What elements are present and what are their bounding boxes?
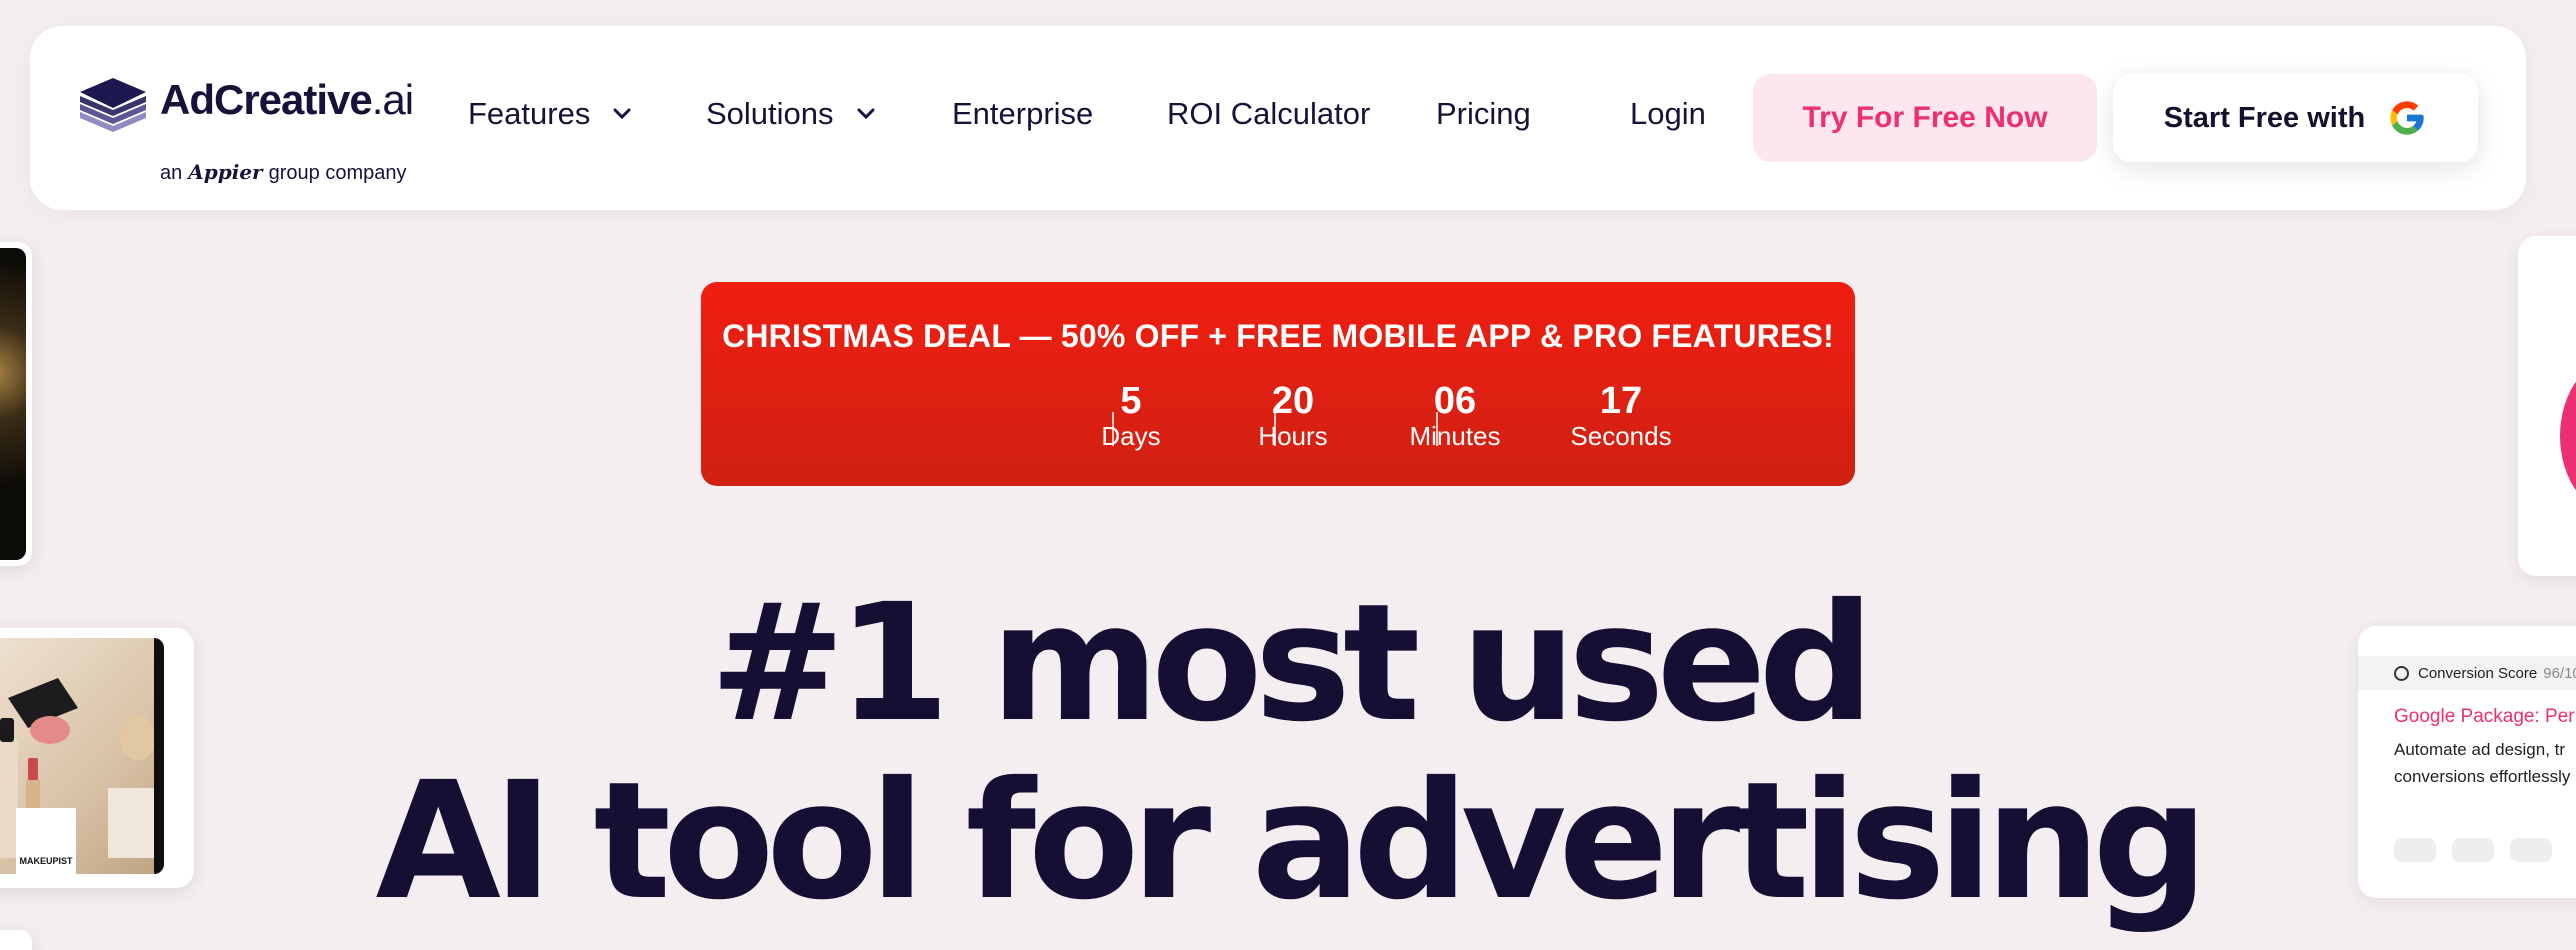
donut-chart — [2560, 356, 2576, 516]
nav-pricing[interactable]: Pricing — [1436, 96, 1531, 132]
try-for-free-button[interactable]: Try For Free Now — [1753, 74, 2097, 162]
google-icon — [2390, 101, 2424, 135]
conversion-score-label: Conversion Score — [2418, 664, 2538, 682]
start-free-google-label: Start Free with — [2163, 101, 2366, 134]
hero-headline-line-1: #1 most used — [709, 570, 1875, 758]
countdown-value: 20 — [1271, 380, 1315, 422]
promo-title: CHRISTMAS DEAL — 50% OFF + FREE MOBILE A… — [722, 318, 1834, 354]
christmas-deal-banner[interactable]: CHRISTMAS DEAL — 50% OFF + FREE MOBILE A… — [701, 282, 1855, 486]
countdown-label: Days — [1101, 420, 1161, 451]
placeholder-pill — [2394, 838, 2436, 862]
navbar: AdCreative.ai an Appier group company Feat… — [30, 26, 2526, 210]
ad-description-line: conversions effortlessly — [2394, 767, 2571, 787]
logo[interactable]: AdCreative.ai an Appier group company — [78, 74, 438, 184]
card-edge — [154, 638, 164, 874]
countdown-timer: 5 Days 20 Hours 06 Minutes 17 Seconds — [701, 380, 1855, 472]
countdown-divider — [1274, 412, 1276, 446]
score-icon — [2394, 666, 2409, 681]
nav-solutions-label: Solutions — [706, 96, 834, 131]
ad-preview-card-dark — [0, 242, 32, 566]
countdown-minutes: 06 Minutes — [1395, 380, 1515, 451]
start-free-google-button[interactable]: Start Free with — [2113, 74, 2478, 162]
conversion-score-card: Conversion Score 96/10 Google Package: P… — [2358, 626, 2576, 898]
countdown-label: Minutes — [1409, 420, 1501, 451]
logo-tagline: an Appier group company — [160, 160, 407, 184]
logo-stack-icon — [80, 78, 146, 132]
countdown-seconds: 17 Seconds — [1561, 380, 1681, 451]
placeholder-pill — [2452, 838, 2494, 862]
placeholder-pill — [2510, 838, 2552, 862]
chevron-down-icon — [613, 108, 631, 120]
page: AdCreative.ai an Appier group company Feat… — [0, 0, 2576, 950]
countdown-divider — [1112, 412, 1114, 446]
ad-description-line: Automate ad design, tr — [2394, 740, 2566, 759]
conversion-score-header: Conversion Score 96/10 — [2358, 656, 2576, 690]
logo-wordmark: AdCreative.ai — [160, 76, 414, 123]
countdown-value: 5 — [1120, 380, 1142, 422]
countdown-value: 06 — [1433, 380, 1477, 422]
nav-features[interactable]: Features — [468, 96, 632, 132]
countdown-divider — [1436, 412, 1438, 446]
countdown-label: Seconds — [1570, 420, 1672, 451]
nav-login[interactable]: Login — [1630, 96, 1706, 132]
makeupist-logo: MAKEUPIST — [16, 808, 76, 874]
ad-title: Google Package: Per — [2394, 706, 2575, 727]
ad-preview-card-partial — [0, 930, 32, 950]
ad-preview-image — [0, 248, 26, 560]
nav-enterprise[interactable]: Enterprise — [952, 96, 1093, 132]
chevron-down-icon — [857, 108, 875, 120]
makeup-ad-image: MAKEUPIST — [0, 638, 164, 874]
hero-headline-line-2: AI tool for advertising — [375, 748, 2209, 936]
countdown-label: Hours — [1258, 420, 1328, 451]
countdown-value: 17 — [1599, 380, 1643, 422]
conversion-score-value: 96/10 — [2543, 664, 2576, 682]
analytics-card — [2518, 236, 2576, 576]
nav-roi-calculator[interactable]: ROI Calculator — [1167, 96, 1370, 132]
countdown-days: 5 Days — [1071, 380, 1191, 451]
ad-preview-card-makeup: MAKEUPIST — [0, 628, 194, 888]
countdown-hours: 20 Hours — [1233, 380, 1353, 451]
ad-description: Automate ad design, tr conversions effor… — [2394, 736, 2570, 790]
nav-features-label: Features — [468, 96, 591, 131]
nav-solutions[interactable]: Solutions — [706, 96, 876, 132]
